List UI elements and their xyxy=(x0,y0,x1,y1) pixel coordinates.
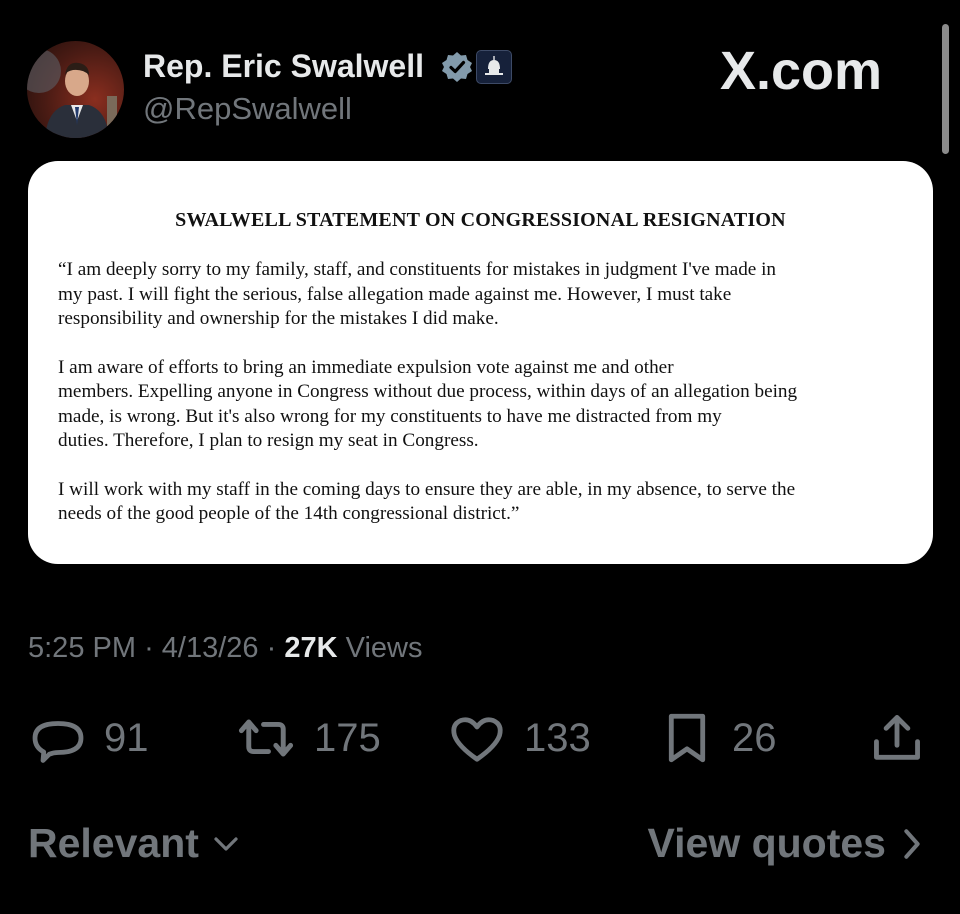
views-count: 27K xyxy=(284,632,338,664)
reply-sort-label: Relevant xyxy=(28,820,199,866)
bookmark-button[interactable]: 26 xyxy=(658,708,777,768)
repost-icon xyxy=(238,719,294,757)
statement-paragraph: “I am deeply sorry to my family, staff, … xyxy=(58,259,777,329)
avatar[interactable] xyxy=(27,41,124,138)
share-icon xyxy=(874,715,920,760)
post-date[interactable]: 4/13/26 xyxy=(162,632,259,664)
author-display-name[interactable]: Rep. Eric Swalwell xyxy=(143,48,424,85)
post-time[interactable]: 5:25 PM xyxy=(28,632,136,664)
like-count: 133 xyxy=(524,715,591,760)
views-label: Views xyxy=(345,632,423,664)
statement-paragraph: I will work with my staff in the coming … xyxy=(58,478,796,525)
avatar-portrait xyxy=(27,49,117,138)
meta-separator: · xyxy=(266,632,277,664)
view-quotes-link[interactable]: View quotes xyxy=(648,820,922,867)
author-handle[interactable]: @RepSwalwell xyxy=(143,91,352,127)
site-logo: X.com xyxy=(720,41,883,101)
verified-badge-icon[interactable] xyxy=(440,50,474,84)
capitol-building-icon[interactable] xyxy=(476,50,512,84)
reply-sort-dropdown[interactable]: Relevant xyxy=(28,820,241,867)
capitol-dome-icon xyxy=(485,56,503,75)
chevron-down-icon xyxy=(214,836,238,851)
scrollbar[interactable] xyxy=(942,24,949,154)
statement-title: SWALWELL STATEMENT ON CONGRESSIONAL RESI… xyxy=(175,209,786,231)
share-button[interactable] xyxy=(868,708,926,768)
like-button[interactable]: 133 xyxy=(446,708,591,768)
view-quotes-label: View quotes xyxy=(647,820,886,866)
statement-paragraph: I am aware of efforts to bring an immedi… xyxy=(58,356,798,452)
reply-button[interactable]: 91 xyxy=(28,708,149,768)
chevron-right-icon xyxy=(904,828,920,859)
post-meta: 5:25 PM · 4/13/26 · 27K Views xyxy=(28,632,422,665)
repost-button[interactable]: 175 xyxy=(234,708,381,768)
statement-image[interactable]: SWALWELL STATEMENT ON CONGRESSIONAL RESI… xyxy=(28,161,933,564)
reply-icon xyxy=(32,721,84,763)
reply-count: 91 xyxy=(104,715,149,760)
bookmark-icon xyxy=(668,713,706,763)
bookmark-count: 26 xyxy=(732,715,777,760)
meta-separator: · xyxy=(144,632,154,664)
heart-icon xyxy=(451,717,503,762)
repost-count: 175 xyxy=(314,715,381,760)
